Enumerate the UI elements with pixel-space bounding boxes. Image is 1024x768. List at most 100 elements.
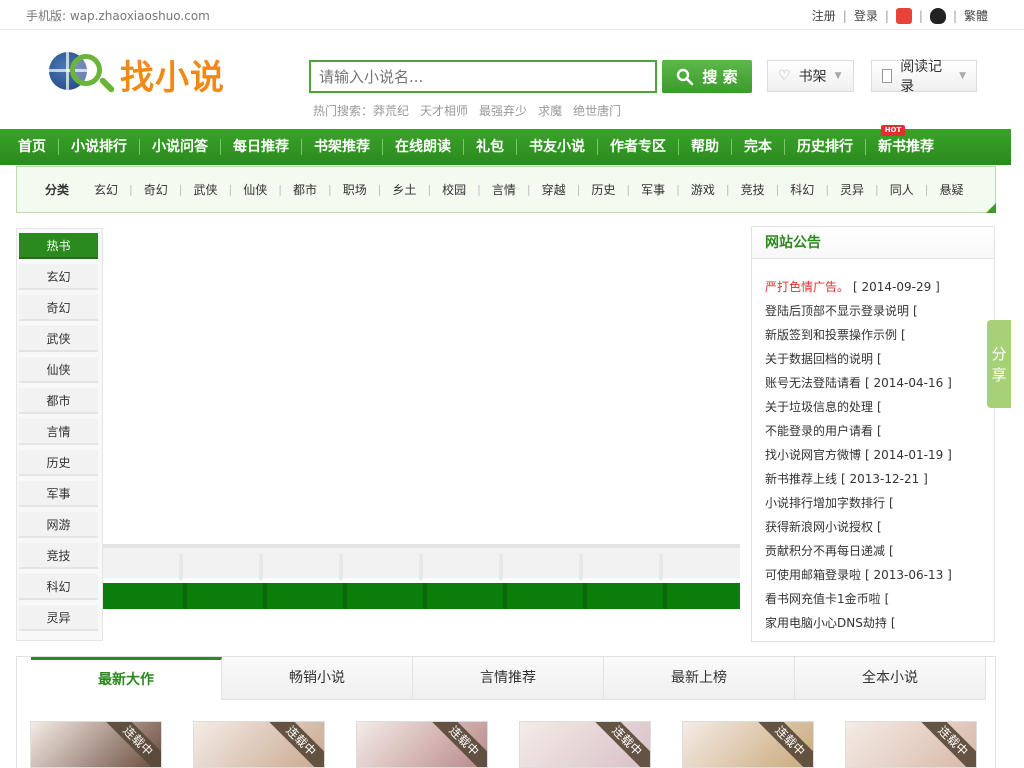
category-link[interactable]: 历史: [580, 181, 626, 198]
notice-item[interactable]: 可使用邮箱登录啦[ 2013-06-13 ]: [765, 566, 952, 583]
site-notice-panel: 网站公告 严打色情广告。[ 2014-09-29 ] 登陆后顶部不显示登录说明[新…: [751, 226, 995, 642]
category-link[interactable]: 乡土: [381, 181, 427, 198]
notice-item[interactable]: 看书网充值卡1金币啦[: [765, 590, 889, 607]
category-link[interactable]: 奇幻: [133, 181, 179, 198]
share-tab[interactable]: 分 享: [987, 320, 1011, 408]
sidebar-item[interactable]: 玄幻: [19, 264, 98, 290]
sidebar-item[interactable]: 历史: [19, 450, 98, 476]
hot-search-term[interactable]: 最强弃少: [479, 104, 527, 118]
book-cover-card[interactable]: 连载中: [193, 721, 325, 768]
bookshelf-button[interactable]: ♡ 书架 ▼: [767, 60, 854, 92]
nav-item[interactable]: 首页: [0, 129, 58, 165]
sidebar-item[interactable]: 网游: [19, 512, 98, 538]
notice-date: [: [877, 520, 882, 534]
login-link[interactable]: 登录: [854, 7, 878, 24]
nav-item[interactable]: 书友小说: [517, 129, 597, 165]
category-link[interactable]: 竞技: [730, 181, 776, 198]
slider-divider: [423, 583, 427, 609]
book-cover-card[interactable]: 连载中: [356, 721, 488, 768]
notice-item[interactable]: 新版签到和投票操作示例[: [765, 326, 906, 343]
nav-item[interactable]: 新书推荐: [866, 129, 946, 165]
sidebar-item[interactable]: 灵异: [19, 605, 98, 631]
notice-item[interactable]: 找小说网官方微博[ 2014-01-19 ]: [765, 446, 952, 463]
nav-item[interactable]: 完本: [732, 129, 784, 165]
book-cover-card[interactable]: 连载中: [30, 721, 162, 768]
notice-item[interactable]: 不能登录的用户请看[: [765, 422, 882, 439]
site-logo[interactable]: 找小说: [120, 50, 225, 99]
category-link[interactable]: 游戏: [680, 181, 726, 198]
sidebar-item[interactable]: 科幻: [19, 574, 98, 600]
notice-item[interactable]: 登陆后顶部不显示登录说明[: [765, 302, 918, 319]
tab-1[interactable]: 畅销小说: [222, 657, 413, 700]
hot-search-term[interactable]: 求魔: [538, 104, 562, 118]
notice-item[interactable]: 新书推荐上线[ 2013-12-21 ]: [765, 470, 928, 487]
tab-0[interactable]: 最新大作: [31, 657, 222, 700]
category-link[interactable]: 职场: [332, 181, 378, 198]
nav-item[interactable]: 小说排行: [59, 129, 139, 165]
chevron-down-icon: ▼: [834, 71, 842, 81]
notice-item[interactable]: 关于数据回档的说明[: [765, 350, 882, 367]
weibo-icon[interactable]: [895, 7, 912, 24]
category-link[interactable]: 都市: [282, 181, 328, 198]
slider-divider: [259, 554, 263, 580]
category-link[interactable]: 悬疑: [929, 181, 975, 198]
category-link[interactable]: 仙侠: [232, 181, 278, 198]
notice-item[interactable]: 获得新浪网小说授权[: [765, 518, 882, 535]
document-icon: [882, 69, 893, 83]
share-char: 分: [991, 345, 1007, 363]
notice-item[interactable]: 家用电脑小心DNS劫持[: [765, 614, 896, 631]
category-link[interactable]: 穿越: [531, 181, 577, 198]
mobile-site-link[interactable]: 手机版: wap.zhaoxiaoshuo.com: [26, 7, 210, 24]
sidebar-item[interactable]: 竞技: [19, 543, 98, 569]
notice-item[interactable]: 关于垃圾信息的处理[: [765, 398, 882, 415]
category-link[interactable]: 科幻: [779, 181, 825, 198]
sidebar-item[interactable]: 都市: [19, 388, 98, 414]
nav-item[interactable]: 书架推荐: [302, 129, 382, 165]
category-link[interactable]: 军事: [630, 181, 676, 198]
sidebar-item[interactable]: 仙侠: [19, 357, 98, 383]
hot-search-term[interactable]: 绝世唐门: [573, 104, 621, 118]
nav-item[interactable]: 帮助: [679, 129, 731, 165]
nav-item[interactable]: 每日推荐: [221, 129, 301, 165]
register-link[interactable]: 注册: [812, 7, 836, 24]
search-box: [309, 60, 657, 93]
search-input[interactable]: [311, 62, 655, 91]
sidebar-item[interactable]: 军事: [19, 481, 98, 507]
tab-3[interactable]: 最新上榜: [604, 657, 795, 700]
sidebar-item[interactable]: 武侠: [19, 326, 98, 352]
traditional-chinese-link[interactable]: 繁體: [964, 7, 988, 24]
notice-item[interactable]: 严打色情广告。[ 2014-09-29 ]: [765, 278, 940, 295]
category-link[interactable]: 校园: [431, 181, 477, 198]
search-button[interactable]: 搜 索: [662, 60, 752, 93]
sidebar-item[interactable]: 奇幻: [19, 295, 98, 321]
hot-search-term[interactable]: 天才相师: [420, 104, 468, 118]
reading-history-button[interactable]: 阅读记录 ▼: [871, 59, 977, 95]
notice-item[interactable]: 账号无法登陆请看[ 2014-04-16 ]: [765, 374, 952, 391]
slider-divider: [343, 583, 347, 609]
slider-caption-bar[interactable]: [103, 583, 740, 609]
book-cover-card[interactable]: 连载中: [845, 721, 977, 768]
category-link[interactable]: 同人: [879, 181, 925, 198]
nav-item[interactable]: 小说问答: [140, 129, 220, 165]
notice-date: [ 2014-09-29 ]: [853, 280, 940, 294]
notice-item[interactable]: 贡献积分不再每日递减[: [765, 542, 894, 559]
category-link[interactable]: 灵异: [829, 181, 875, 198]
book-cover-card[interactable]: 连载中: [682, 721, 814, 768]
slider-divider: [263, 583, 267, 609]
category-link[interactable]: 武侠: [182, 181, 228, 198]
book-cover-card[interactable]: 连载中: [519, 721, 651, 768]
category-link[interactable]: 玄幻: [83, 181, 129, 198]
category-link[interactable]: 言情: [481, 181, 527, 198]
sidebar-item[interactable]: 言情: [19, 419, 98, 445]
notice-item[interactable]: 小说排行增加字数排行[: [765, 494, 894, 511]
sidebar-item[interactable]: 热书: [19, 233, 98, 259]
nav-item[interactable]: 历史排行: [785, 129, 865, 165]
nav-item[interactable]: 作者专区: [598, 129, 678, 165]
nav-item[interactable]: 在线朗读: [383, 129, 463, 165]
qq-icon[interactable]: [929, 7, 946, 24]
hot-search-term[interactable]: 莽荒纪: [373, 104, 409, 118]
tab-4[interactable]: 全本小说: [795, 657, 986, 700]
nav-item[interactable]: 礼包: [464, 129, 516, 165]
notice-text: 关于数据回档的说明: [765, 352, 874, 366]
tab-2[interactable]: 言情推荐: [413, 657, 604, 700]
